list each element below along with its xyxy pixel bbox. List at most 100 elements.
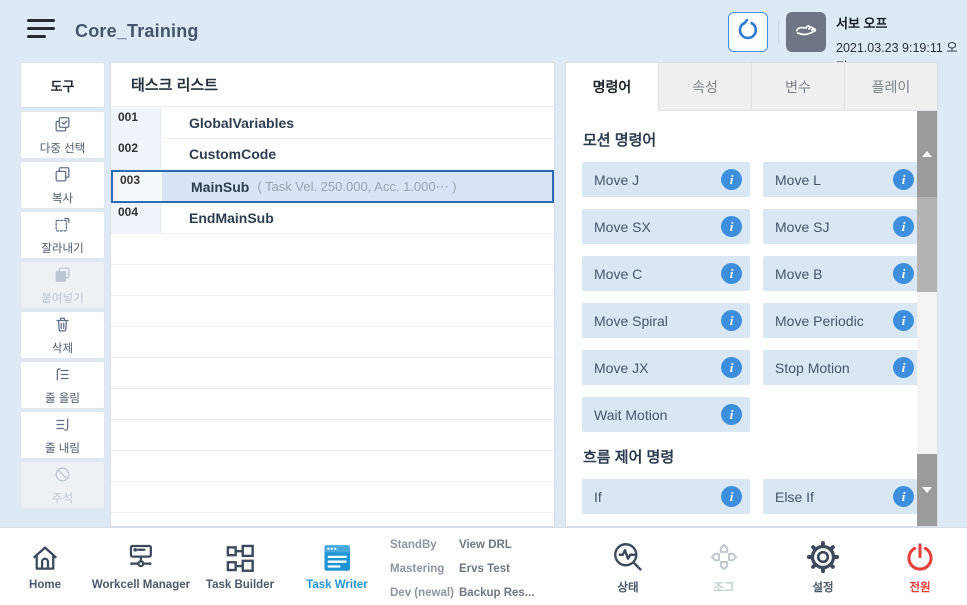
scroll-up-button[interactable]: [917, 111, 937, 197]
command-button[interactable]: Move Ji: [582, 162, 750, 197]
info-icon[interactable]: i: [721, 263, 742, 284]
tool-label: 주석: [52, 490, 73, 506]
tool-label: 줄 올림: [45, 390, 80, 406]
power-icon: [903, 537, 937, 575]
header: Core_Training 서보 오프 2021.03.: [0, 0, 967, 62]
scrollbar-thumb[interactable]: [917, 197, 937, 292]
command-button[interactable]: Move SJi: [763, 209, 922, 244]
command-label: Move L: [775, 172, 821, 188]
nav-label: 상태: [610, 579, 646, 595]
row-number: 003: [113, 172, 163, 201]
info-icon[interactable]: i: [893, 486, 914, 507]
command-panel: 명령어속성변수플레이 모션 명령어Move JiMove LiMove SXiM…: [565, 62, 938, 527]
nav-settings[interactable]: 설정: [805, 537, 841, 595]
tab-1[interactable]: 속성: [658, 63, 751, 111]
tools-title: 도구: [20, 62, 105, 108]
nav-home[interactable]: Home: [29, 537, 61, 591]
task-row[interactable]: 004EndMainSub: [111, 203, 554, 234]
info-icon[interactable]: i: [893, 310, 914, 331]
info-icon[interactable]: i: [721, 357, 742, 378]
tool-cut[interactable]: 잘라내기: [20, 211, 105, 259]
task-row[interactable]: 001GlobalVariables: [111, 108, 554, 139]
tool-line-up[interactable]: 줄 올림: [20, 361, 105, 409]
info-icon[interactable]: i: [893, 263, 914, 284]
empty-task-row: [111, 234, 554, 265]
system-status: View DRLErvs TestBackup Res...: [459, 533, 534, 605]
tool-copy[interactable]: 복사: [20, 161, 105, 209]
nav-status[interactable]: 상태: [610, 537, 646, 595]
task-writer-icon: [306, 537, 368, 575]
command-grid: Move JiMove LiMove SXiMove SJiMove CiMov…: [582, 162, 921, 432]
status-line: Backup Res...: [459, 581, 534, 605]
settings-icon: [805, 537, 841, 575]
row-number: 004: [111, 203, 161, 233]
menu-icon[interactable]: [27, 19, 57, 45]
empty-task-row: [111, 296, 554, 327]
task-row[interactable]: 003MainSub( Task Vel. 250.000, Acc. 1.00…: [111, 170, 554, 203]
tool-label: 삭제: [52, 340, 73, 356]
jog-icon: [706, 537, 742, 575]
info-icon[interactable]: i: [721, 404, 742, 425]
command-label: If: [594, 489, 602, 505]
info-icon[interactable]: i: [721, 486, 742, 507]
section-title: 흐름 제어 명령: [583, 446, 921, 467]
nav-jog[interactable]: 조그: [706, 537, 742, 595]
tool-paste[interactable]: 붙여넣기: [20, 261, 105, 309]
command-grid: IfiElse IfiRepeatiContinuei: [582, 479, 921, 526]
tool-comment[interactable]: 주석: [20, 461, 105, 509]
paste-icon: [53, 265, 72, 289]
info-icon[interactable]: i: [893, 169, 914, 190]
tab-2[interactable]: 변수: [751, 63, 844, 111]
tool-multi-select[interactable]: 다중 선택: [20, 111, 105, 159]
status-line: Dev (newal): [390, 581, 454, 605]
command-button[interactable]: Else Ifi: [763, 479, 922, 514]
info-icon[interactable]: i: [721, 310, 742, 331]
info-icon[interactable]: i: [721, 169, 742, 190]
command-button[interactable]: Move Ci: [582, 256, 750, 291]
command-label: Wait Motion: [594, 407, 667, 423]
tool-delete[interactable]: 삭제: [20, 311, 105, 359]
task-list-panel: 태스크 리스트 001GlobalVariables002CustomCode0…: [110, 62, 555, 527]
command-button[interactable]: Move Spirali: [582, 303, 750, 338]
empty-task-row: [111, 482, 554, 513]
task-list-title: 태스크 리스트: [111, 63, 554, 107]
nav-workcell-manager[interactable]: Workcell Manager: [92, 537, 190, 591]
nav-label: Workcell Manager: [92, 579, 190, 591]
scroll-down-button[interactable]: [917, 454, 937, 526]
command-button[interactable]: Move L i: [763, 162, 922, 197]
multi-select-icon: [53, 115, 72, 139]
command-button[interactable]: If i: [582, 479, 750, 514]
nav-label: Task Writer: [306, 579, 368, 591]
task-row[interactable]: 002CustomCode: [111, 139, 554, 170]
scroll-up-icon: [922, 151, 932, 157]
tool-label: 붙여넣기: [41, 290, 83, 306]
info-icon[interactable]: i: [893, 216, 914, 237]
info-icon[interactable]: i: [721, 216, 742, 237]
command-button[interactable]: Wait Motion i: [582, 397, 750, 432]
empty-task-row: [111, 420, 554, 451]
copy-icon: [53, 165, 72, 189]
info-icon[interactable]: i: [893, 357, 914, 378]
scroll-down-icon: [922, 487, 932, 493]
nav-task-builder[interactable]: Task Builder: [206, 537, 274, 591]
cockpit-button[interactable]: [728, 12, 768, 52]
home-icon: [29, 537, 61, 575]
workcell-manager-icon: [92, 537, 190, 575]
tab-3[interactable]: 플레이: [844, 63, 937, 111]
tab-0[interactable]: 명령어: [566, 63, 658, 111]
command-button[interactable]: Move Bi: [763, 256, 922, 291]
tool-line-down[interactable]: 줄 내림: [20, 411, 105, 459]
nav-task-writer[interactable]: Task Writer: [306, 537, 368, 591]
empty-task-row: [111, 358, 554, 389]
nav-power[interactable]: 전원: [903, 537, 937, 595]
command-button[interactable]: Stop Motioni: [763, 350, 922, 385]
hand-guiding-button[interactable]: [786, 12, 826, 52]
command-button[interactable]: Move SXi: [582, 209, 750, 244]
tool-label: 다중 선택: [40, 140, 86, 156]
status-line: Ervs Test: [459, 557, 534, 581]
comment-icon: [53, 465, 72, 489]
command-button[interactable]: Move Periodici: [763, 303, 922, 338]
row-number: 001: [111, 108, 161, 138]
command-button[interactable]: Move JXi: [582, 350, 750, 385]
row-name: CustomCode: [161, 139, 276, 169]
